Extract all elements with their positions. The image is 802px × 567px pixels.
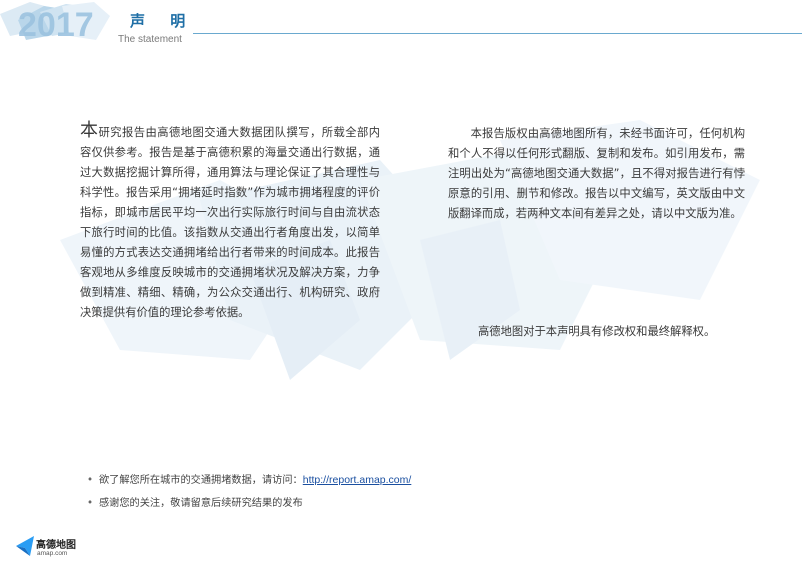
amap-logo-name: 高德地图 [36, 540, 76, 551]
thanks-text: 感谢您的关注，敬请留意后续研究结果的发布 [99, 498, 303, 509]
bullet-icon: • [87, 475, 94, 486]
page-subtitle: The statement [118, 34, 182, 45]
drop-cap: 本 [80, 120, 99, 141]
report-link[interactable]: http://report.amap.com/ [303, 474, 412, 486]
list-item: • 欲了解您所在城市的交通拥堵数据，请访问：http://report.amap.… [87, 472, 411, 496]
disclaimer-text: 研究报告由高德地图交通大数据团队撰写，所载全部内容仅供参考。报告是基于高德积累的… [80, 126, 380, 319]
page-title: 声 明 [130, 12, 196, 30]
bullet-list: • 欲了解您所在城市的交通拥堵数据，请访问：http://report.amap.… [87, 472, 411, 520]
visit-prompt: 欲了解您所在城市的交通拥堵数据，请访问： [99, 475, 303, 486]
svg-text:2017: 2017 [18, 6, 94, 44]
amap-logo-url: amap.com [37, 550, 68, 557]
report-2017-logo: 2017 [0, 2, 110, 44]
interpretation-note: 高德地图对于本声明具有修改权和最终解释权。 [478, 325, 716, 338]
disclaimer-paragraph: 本研究报告由高德地图交通大数据团队撰写，所载全部内容仅供参考。报告是基于高德积累… [80, 122, 380, 323]
bullet-icon: • [87, 498, 94, 509]
copyright-paragraph: 本报告版权由高德地图所有，未经书面许可，任何机构和个人不得以任何形式翻版、复制和… [448, 127, 745, 220]
header-divider [193, 33, 802, 34]
list-item: • 感谢您的关注，敬请留意后续研究结果的发布 [87, 496, 411, 520]
statement-page: 2017 声 明 The statement 本研究报告由高德地图交通大数据团队… [0, 0, 802, 567]
